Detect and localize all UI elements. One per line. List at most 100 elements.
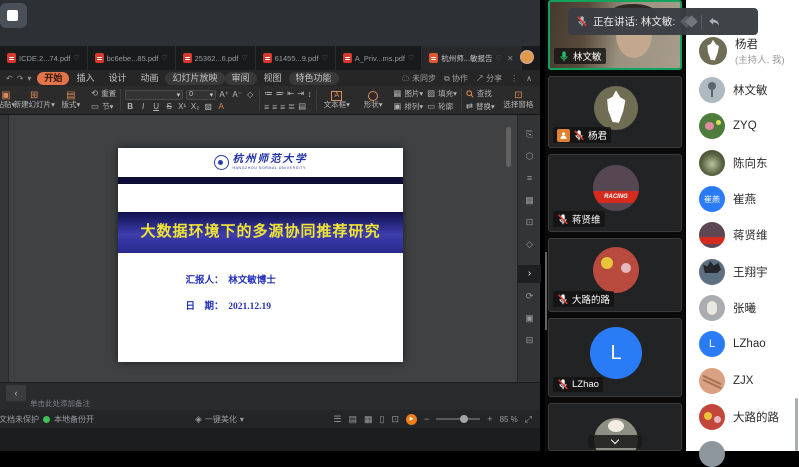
- ribbon-tab-animation[interactable]: 动画: [133, 72, 165, 85]
- pane-icon-6[interactable]: ◇: [518, 239, 541, 250]
- slide-presenter-block[interactable]: 汇报人： 林文敏博士 日 期： 2021.12.19: [118, 272, 403, 324]
- participant-row[interactable]: ZJX: [699, 368, 753, 394]
- align-left-icon[interactable]: ≡: [264, 102, 269, 112]
- tab-document-1[interactable]: ICDE.2...74.pdf ♡: [0, 46, 88, 70]
- pane-icon-3[interactable]: ≡: [518, 173, 541, 183]
- floating-window-widget[interactable]: [0, 3, 27, 28]
- tab-document-5[interactable]: A_Priv...ms.pdf ♡: [336, 46, 423, 70]
- textbox-button[interactable]: A 文本框▾: [321, 91, 353, 109]
- new-slide-button[interactable]: ⊞ 新建幻灯片▾: [18, 90, 51, 109]
- participant-row[interactable]: L LZhao: [699, 331, 766, 357]
- share-button[interactable]: ↗ 分享: [476, 73, 502, 84]
- beautify-button[interactable]: ◈ 一键美化▾: [195, 414, 244, 425]
- more-options-icon[interactable]: ⋮: [510, 74, 518, 83]
- video-list-scrollbar[interactable]: [545, 252, 547, 330]
- zoom-out-icon[interactable]: −: [424, 414, 429, 424]
- participant-list-scrollbar[interactable]: [795, 398, 798, 451]
- participant-row-partial[interactable]: [699, 441, 733, 467]
- font-size-combobox[interactable]: 0▾: [186, 90, 216, 100]
- slideshow-view-icon[interactable]: ⊡: [391, 414, 399, 425]
- selection-pane-button[interactable]: ⊡ 选择窗格: [499, 90, 538, 109]
- participant-row[interactable]: 王翔宇: [699, 259, 768, 285]
- favorite-icon[interactable]: ♡: [321, 54, 327, 62]
- pane-icon-9[interactable]: ⊟: [518, 335, 541, 346]
- slide-layout-button[interactable]: ▤ 版式▾: [55, 90, 87, 109]
- ribbon-tab-features[interactable]: 特色功能: [289, 72, 339, 85]
- increase-indent-icon[interactable]: ⇥: [297, 88, 304, 99]
- collapse-panel-button[interactable]: ‹: [6, 385, 26, 401]
- participant-row[interactable]: 大路的路: [699, 404, 779, 430]
- subscript-button[interactable]: X₂: [190, 102, 200, 111]
- underline-button[interactable]: U: [151, 102, 161, 111]
- collapse-ribbon-icon[interactable]: ∧: [526, 74, 532, 83]
- shapes-button[interactable]: 形状▾: [357, 91, 389, 109]
- paste-button[interactable]: ▣ 粘贴▾: [0, 90, 14, 109]
- distribute-icon[interactable]: ▤: [298, 101, 306, 112]
- participant-row[interactable]: ZYQ: [699, 113, 757, 139]
- zoom-slider[interactable]: [436, 418, 480, 420]
- shrink-font-icon[interactable]: A⁻: [232, 90, 242, 99]
- zoom-slider-knob[interactable]: [460, 415, 468, 423]
- section-button[interactable]: ▭节▾: [91, 101, 116, 112]
- pane-icon-2[interactable]: ⬡: [518, 151, 541, 162]
- participant-row[interactable]: 陈向东: [699, 150, 768, 176]
- justify-icon[interactable]: ≣: [288, 101, 295, 112]
- find-button[interactable]: 查找: [466, 88, 495, 99]
- reading-view-icon[interactable]: ▯: [380, 414, 385, 425]
- redo-icon[interactable]: ↷: [17, 74, 24, 83]
- notes-pane[interactable]: ‹ 单击此处添加备注: [0, 382, 540, 410]
- collaborate-button[interactable]: ⧉ 协作: [444, 73, 468, 84]
- video-tile[interactable]: 杨君: [548, 76, 682, 148]
- arrange-button[interactable]: ▣排列▾: [393, 101, 423, 112]
- expand-pane-button[interactable]: ›: [518, 265, 541, 283]
- slide-sorter-icon[interactable]: ▦: [364, 414, 373, 425]
- tab-document-4[interactable]: 61455...9.pdf ♡: [256, 46, 336, 70]
- editor-scrollbar[interactable]: [506, 127, 511, 167]
- ribbon-tab-home[interactable]: 开始: [37, 72, 69, 85]
- pane-icon-7[interactable]: ⟳: [518, 291, 541, 302]
- video-tile[interactable]: RACING 蒋贤维: [548, 154, 682, 232]
- customize-toolbar-icon[interactable]: ▾: [27, 74, 31, 83]
- ribbon-tab-slideshow[interactable]: 幻灯片放映: [165, 72, 224, 85]
- pane-icon-5[interactable]: ⊡: [518, 217, 541, 228]
- strikethrough-button[interactable]: S: [164, 102, 174, 111]
- fill-button[interactable]: ▨填充▾: [427, 88, 457, 99]
- highlight-color-button[interactable]: ▨: [203, 102, 213, 111]
- participant-row[interactable]: 杨君 (主持人, 我): [699, 36, 785, 66]
- ribbon-tab-review[interactable]: 审阅: [225, 72, 257, 85]
- italic-button[interactable]: I: [138, 102, 148, 111]
- participant-row[interactable]: 蒋贤维: [699, 222, 768, 248]
- favorite-icon[interactable]: ♡: [496, 54, 502, 62]
- slide-thumbnail-pane-collapsed[interactable]: [0, 115, 9, 382]
- participant-row[interactable]: 张曦: [699, 295, 756, 321]
- clear-format-icon[interactable]: ◇: [245, 90, 255, 99]
- play-slideshow-button[interactable]: ▶: [406, 414, 417, 425]
- decrease-indent-icon[interactable]: ⇤: [287, 88, 294, 99]
- slide-title-band[interactable]: 大数据环境下的多源协同推荐研究: [118, 212, 403, 253]
- reply-arrow-icon[interactable]: [707, 16, 721, 28]
- font-family-combobox[interactable]: ▾: [125, 90, 183, 100]
- zoom-percent[interactable]: 85 %: [500, 415, 518, 424]
- pane-icon-1[interactable]: ⎘: [518, 129, 541, 140]
- video-tile-partial[interactable]: [548, 403, 682, 451]
- bullet-list-icon[interactable]: ≔: [264, 88, 273, 99]
- speaking-banner[interactable]: 正在讲话: 林文敏:: [568, 8, 758, 35]
- favorite-icon[interactable]: ♡: [73, 54, 79, 62]
- pane-icon-8[interactable]: ▣: [518, 313, 541, 324]
- ribbon-tab-design[interactable]: 设计: [101, 72, 133, 85]
- tab-document-3[interactable]: 25362...6.pdf ♡: [176, 46, 256, 70]
- normal-view-icon[interactable]: ▤: [349, 414, 358, 425]
- ribbon-tab-insert[interactable]: 插入: [69, 72, 101, 85]
- close-tab-icon[interactable]: ✕: [507, 54, 514, 63]
- reset-button[interactable]: ⟲重置: [91, 88, 116, 99]
- favorite-icon[interactable]: ♡: [241, 54, 247, 62]
- sync-status-button[interactable]: ☁ 未同步: [402, 73, 436, 84]
- account-avatar[interactable]: [520, 50, 534, 64]
- insert-picture-button[interactable]: ▦图片▾: [393, 88, 423, 99]
- undo-icon[interactable]: ↶: [6, 74, 13, 83]
- local-backup-status[interactable]: 本地备份开: [54, 414, 94, 425]
- video-tile[interactable]: L LZhao: [548, 318, 682, 397]
- favorite-icon[interactable]: ♡: [408, 54, 414, 62]
- line-spacing-icon[interactable]: ↕: [307, 89, 311, 99]
- pane-icon-4[interactable]: ▦: [518, 195, 541, 206]
